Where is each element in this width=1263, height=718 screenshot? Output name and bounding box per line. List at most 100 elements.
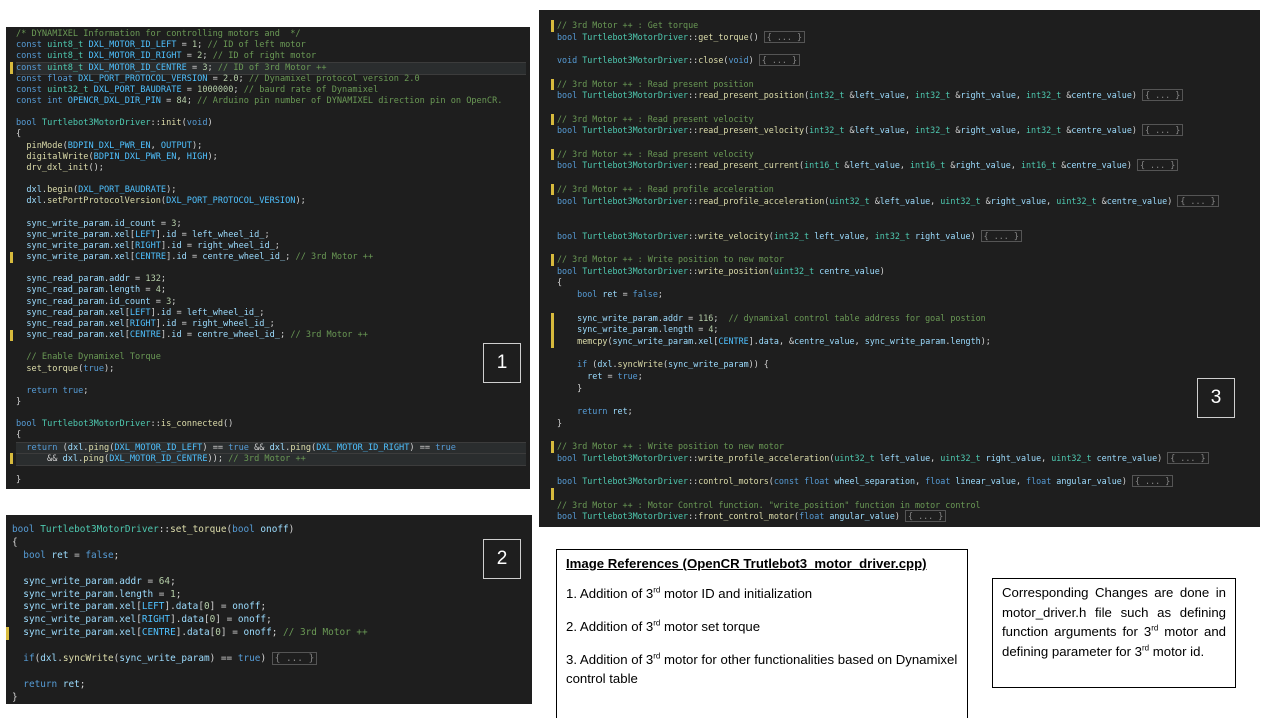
code-line: if (dxl.syncWrite(sync_write_param)) { <box>577 359 769 370</box>
code-line: { <box>16 430 22 441</box>
change-marker <box>10 452 13 464</box>
code-line: // 3rd Motor ++ : Read profile accelerat… <box>557 183 774 194</box>
code-line: sync_write_param.xel[RIGHT].data[0] = on… <box>23 614 272 626</box>
code-line: bool ret = false; <box>577 289 663 300</box>
code-panel-set-torque: bool Turtlebot3MotorDriver::set_torque(b… <box>6 515 532 704</box>
code-line: digitalWrite(BDPIN_DXL_PWR_EN, HIGH); <box>26 151 218 162</box>
code-line: // 3rd Motor ++ : Read present velocity <box>557 148 754 159</box>
code-line: memcpy(sync_write_param.xel[CENTRE].data… <box>577 335 991 346</box>
code-line: sync_write_param.id_count = 3; <box>26 218 182 229</box>
code-line: bool Turtlebot3MotorDriver::control_moto… <box>557 475 1257 488</box>
code-line: sync_read_param.addr = 132; <box>26 274 167 285</box>
change-marker <box>10 330 13 342</box>
change-marker <box>551 78 554 91</box>
panel-label-1: 1 <box>483 343 521 383</box>
reference-item-1: 1. Addition of 3rd motor ID and initiali… <box>566 585 813 601</box>
code-line: return ret; <box>23 678 86 690</box>
code-editor-functions[interactable]: // 3rd Motor ++ : Get torque bool Turtleb… <box>539 10 1260 527</box>
change-marker <box>551 488 554 500</box>
change-marker <box>551 441 554 453</box>
code-line: sync_read_param.xel[CENTRE].id = centre_… <box>26 330 368 341</box>
code-line: const uint8_t DXL_MOTOR_ID_RIGHT = 2; //… <box>16 51 317 62</box>
corresponding-changes-note: Corresponding Changes are done in motor_… <box>992 578 1236 688</box>
code-line: sync_read_param.length = 4; <box>26 285 167 296</box>
code-line: set_torque(true); <box>26 363 115 374</box>
code-line: sync_write_param.length = 1; <box>23 588 182 600</box>
change-marker <box>551 113 554 126</box>
panel-label-2: 2 <box>483 539 521 579</box>
code-line: dxl.setPortProtocolVersion(DXL_PORT_PROT… <box>26 196 306 207</box>
code-line: // Enable Dynamixel Torque <box>26 352 161 363</box>
code-line: const int OPENCR_DXL_DIR_PIN = 84; // Ar… <box>16 95 503 106</box>
code-line: // 3rd Motor ++ : Write position to new … <box>557 441 784 452</box>
change-marker <box>551 183 554 196</box>
code-line: } <box>12 691 18 703</box>
code-line: sync_write_param.xel[CENTRE].data[0] = o… <box>23 627 368 639</box>
code-panel-functions: // 3rd Motor ++ : Get torque bool Turtleb… <box>539 10 1260 527</box>
code-line: return true; <box>26 385 89 396</box>
code-line: bool Turtlebot3MotorDriver::init(void) <box>16 118 213 129</box>
code-line: // 3rd Motor ++ : Write position to new … <box>557 254 784 264</box>
code-line: sync_read_param.id_count = 3; <box>26 296 177 307</box>
code-line: { <box>557 277 563 288</box>
code-line: { <box>16 129 22 140</box>
code-line: drv_dxl_init(); <box>26 162 104 173</box>
change-marker <box>10 62 13 74</box>
code-line: bool Turtlebot3MotorDriver::is_connected… <box>16 419 234 430</box>
code-line: if(dxl.syncWrite(sync_write_param) == tr… <box>12 652 527 665</box>
code-line: bool Turtlebot3MotorDriver::get_torque()… <box>557 30 1257 43</box>
code-line: bool Turtlebot3MotorDriver::write_profil… <box>557 451 1257 464</box>
change-marker <box>6 627 9 641</box>
code-line: void Turtlebot3MotorDriver::close(void) … <box>557 54 1257 67</box>
code-line: } <box>16 396 22 407</box>
code-line: sync_write_param.xel[RIGHT].id = right_w… <box>26 240 280 251</box>
code-line: // 3rd Motor ++ : Motor Control function… <box>557 499 981 510</box>
code-editor-set-torque[interactable]: bool Turtlebot3MotorDriver::set_torque(b… <box>6 515 532 704</box>
code-line: const uint32_t DXL_PORT_BAUDRATE = 10000… <box>16 84 379 95</box>
code-line: bool Turtlebot3MotorDriver::read_present… <box>557 124 1257 137</box>
change-marker <box>551 324 554 336</box>
code-line: const float DXL_PORT_PROTOCOL_VERSION = … <box>16 73 420 84</box>
code-line: sync_read_param.xel[LEFT].id = left_whee… <box>26 307 265 318</box>
change-marker <box>551 312 554 325</box>
code-editor-init[interactable]: /* DYNAMIXEL Information for controlling… <box>6 27 530 489</box>
code-line: /* DYNAMIXEL Information for controlling… <box>16 29 301 39</box>
reference-item-3: 3. Addition of 3rd motor for other funct… <box>566 651 958 686</box>
code-line: bool ret = false; <box>23 549 120 561</box>
code-line: bool Turtlebot3MotorDriver::read_present… <box>557 159 1257 172</box>
code-line: // 3rd Motor ++ : Read present velocity <box>557 113 754 124</box>
code-line: } <box>557 417 563 428</box>
change-marker <box>551 20 554 32</box>
code-line: // 3rd Motor ++ : Read present position <box>557 78 754 89</box>
reference-item-2: 2. Addition of 3rd motor set torque <box>566 618 761 634</box>
change-marker <box>551 335 554 348</box>
references-title: Image References (OpenCR Trutlebot3_moto… <box>566 556 927 571</box>
code-line: bool Turtlebot3MotorDriver::read_present… <box>557 89 1257 102</box>
change-marker <box>551 254 554 266</box>
image-references-box: Image References (OpenCR Trutlebot3_moto… <box>556 549 968 718</box>
code-line: } <box>16 475 22 485</box>
code-line: bool Turtlebot3MotorDriver::read_profile… <box>557 194 1257 207</box>
code-line: pinMode(BDPIN_DXL_PWR_EN, OUTPUT); <box>26 140 203 151</box>
